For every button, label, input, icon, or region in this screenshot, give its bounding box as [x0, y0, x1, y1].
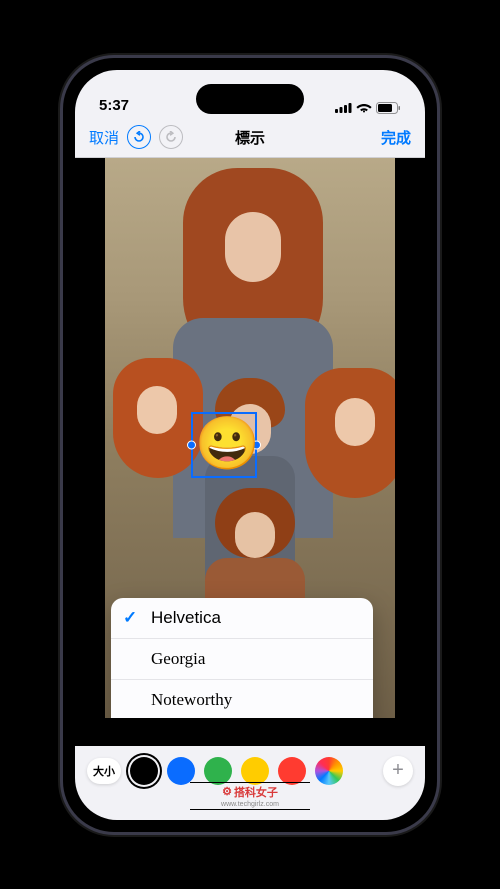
- color-swatch-blue[interactable]: [167, 757, 195, 785]
- checkmark-icon: ✓: [123, 608, 137, 628]
- watermark: ⚙搭科女子 www.techgirlz.com: [190, 782, 310, 810]
- phone-frame: 5:37 取消: [60, 55, 440, 835]
- nav-bar: 取消 標示 完成: [75, 118, 425, 158]
- font-option-noteworthy[interactable]: Noteworthy: [111, 680, 373, 718]
- markup-canvas[interactable]: 😀 ✓ Helvetica Georgia Noteworthy 小: [75, 158, 425, 718]
- status-time: 5:37: [99, 97, 129, 114]
- color-swatch-yellow[interactable]: [241, 757, 269, 785]
- text-style-label: 大小: [93, 763, 115, 779]
- dynamic-island: [196, 84, 304, 114]
- battery-icon: [376, 102, 401, 114]
- font-label: Noteworthy: [151, 690, 232, 709]
- redo-button: [159, 125, 183, 149]
- color-swatch-black[interactable]: [130, 757, 158, 785]
- undo-button[interactable]: [127, 125, 151, 149]
- plus-icon: +: [392, 759, 404, 782]
- font-label: Helvetica: [151, 608, 221, 627]
- screen: 5:37 取消: [75, 70, 425, 820]
- font-label: Georgia: [151, 649, 205, 668]
- cancel-button[interactable]: 取消: [89, 127, 119, 148]
- color-picker-button[interactable]: [315, 757, 343, 785]
- text-style-button[interactable]: 大小: [87, 758, 121, 784]
- font-option-georgia[interactable]: Georgia: [111, 639, 373, 680]
- color-swatch-red[interactable]: [278, 757, 306, 785]
- nav-title: 標示: [235, 127, 265, 148]
- add-shape-button[interactable]: +: [383, 756, 413, 786]
- done-button[interactable]: 完成: [381, 127, 411, 148]
- font-option-helvetica[interactable]: ✓ Helvetica: [111, 598, 373, 639]
- font-popover: ✓ Helvetica Georgia Noteworthy 小: [111, 598, 373, 718]
- emoji-sticker[interactable]: 😀: [195, 414, 255, 474]
- color-swatch-green[interactable]: [204, 757, 232, 785]
- bottom-toolbar: 大小 + ⚙搭科女子 www.techgirlz.com: [75, 746, 425, 820]
- wifi-icon: [356, 102, 372, 113]
- cellular-signal-icon: [335, 102, 352, 113]
